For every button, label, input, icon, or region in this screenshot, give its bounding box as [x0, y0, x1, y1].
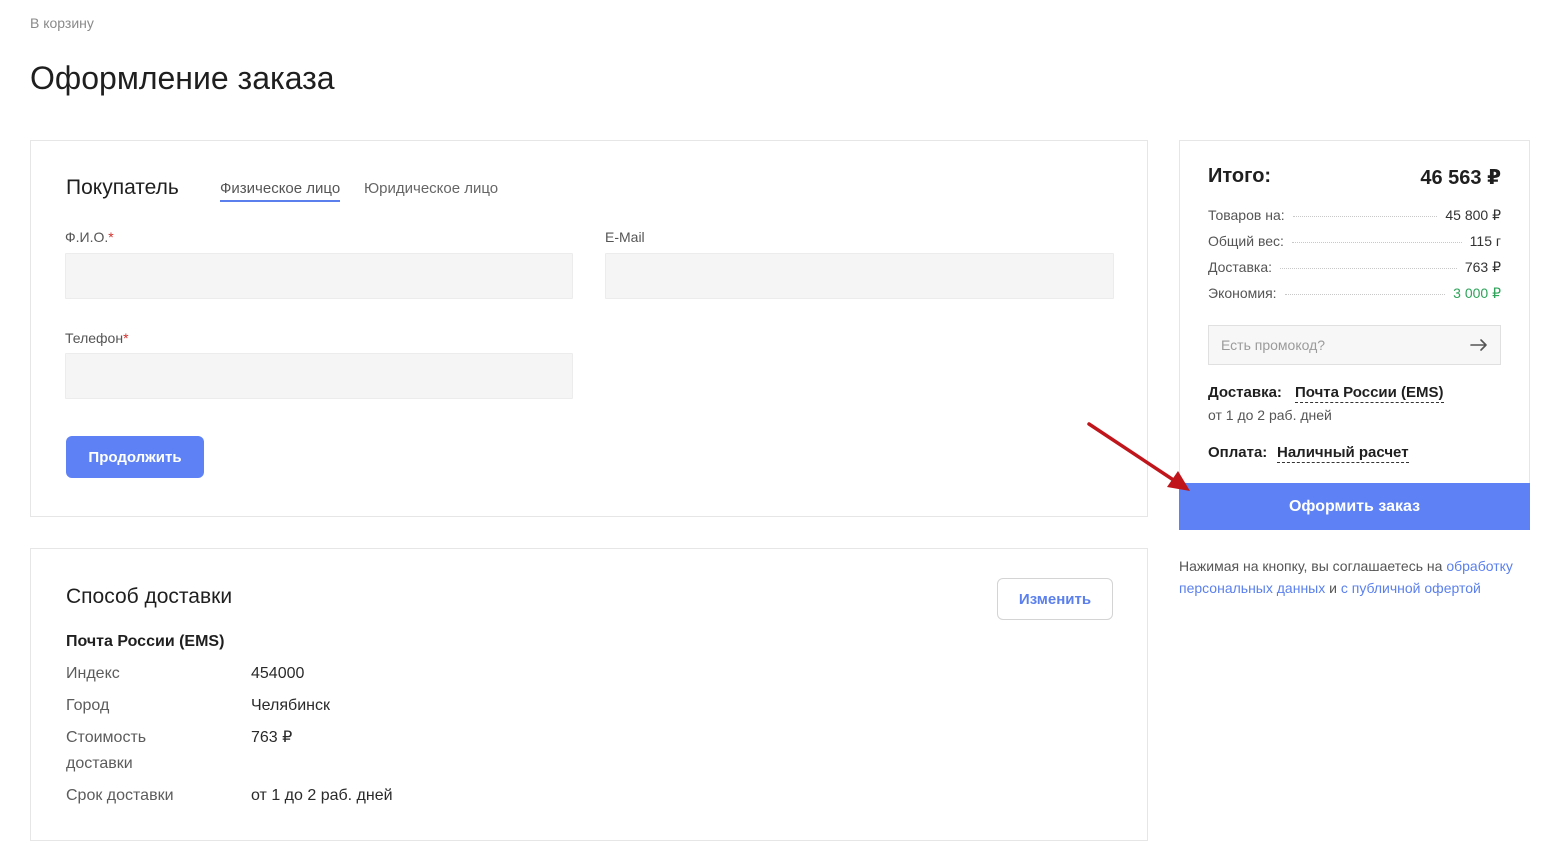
summary-row-label: Доставка:	[1208, 259, 1273, 275]
phone-field-label: Телефон*	[65, 330, 129, 346]
total-value: 46 563 ₽	[1420, 167, 1501, 189]
delivery-title: Способ доставки	[66, 585, 233, 608]
summary-row-savings: Экономия: 3 000 ₽	[1208, 283, 1501, 303]
dotted-leader	[1292, 215, 1438, 217]
consent-text: Нажимая на кнопку, вы соглашаетесь на об…	[1179, 558, 1513, 596]
summary-row-value: 763 ₽	[1464, 258, 1501, 275]
summary-row-label: Общий вес:	[1208, 233, 1284, 249]
tab-individual[interactable]: Физическое лицо	[220, 180, 341, 202]
tab-legal-entity[interactable]: Юридическое лицо	[364, 180, 498, 197]
delivery-info-value: Челябинск	[251, 697, 330, 714]
summary-delivery-label: Доставка:	[1208, 384, 1282, 401]
order-summary-card: Итого: 46 563 ₽ Товаров на: 45 800 ₽ Общ…	[1179, 140, 1530, 530]
summary-row-value: 115 г	[1469, 233, 1501, 249]
summary-row-value: 45 800 ₽	[1445, 206, 1501, 223]
summary-row-weight: Общий вес: 115 г	[1208, 231, 1501, 251]
delivery-method-card: Способ доставки Изменить Почта России (E…	[30, 548, 1148, 841]
promo-code-input[interactable]	[1209, 326, 1483, 364]
summary-row-goods: Товаров на: 45 800 ₽	[1208, 205, 1501, 225]
place-order-button[interactable]: Оформить заказ	[1179, 483, 1530, 530]
delivery-info-value: 454000	[251, 665, 305, 682]
name-field[interactable]	[65, 253, 573, 299]
required-mark: *	[123, 330, 129, 346]
dotted-leader	[1284, 293, 1446, 295]
summary-payment-link[interactable]: Наличный расчет	[1277, 444, 1409, 463]
buyer-card: Покупатель Физическое лицо Юридическое л…	[30, 140, 1148, 517]
email-field-label: E-Mail	[605, 229, 645, 245]
summary-payment-label: Оплата:	[1208, 444, 1268, 461]
arrow-right-icon[interactable]	[1468, 334, 1490, 356]
summary-delivery-term: от 1 до 2 раб. дней	[1208, 407, 1332, 423]
back-to-cart-link[interactable]: В корзину	[30, 15, 94, 31]
summary-delivery-link[interactable]: Почта России (EMS)	[1295, 384, 1444, 403]
phone-field[interactable]	[65, 353, 573, 399]
delivery-method-name: Почта России (EMS)	[66, 633, 225, 650]
email-field[interactable]	[605, 253, 1114, 299]
summary-row-label: Экономия:	[1208, 285, 1277, 301]
buyer-title: Покупатель	[66, 176, 179, 199]
public-offer-link[interactable]: с публичной офертой	[1341, 580, 1481, 596]
delivery-info-key: Стоимость доставки	[66, 729, 147, 772]
summary-row-value: 3 000 ₽	[1453, 284, 1501, 301]
delivery-info-key: Город	[66, 697, 110, 714]
dotted-leader	[1280, 267, 1457, 269]
delivery-info-value: 763 ₽	[251, 729, 293, 746]
summary-row-delivery: Доставка: 763 ₽	[1208, 257, 1501, 277]
required-mark: *	[108, 229, 114, 245]
promo-code-box	[1208, 325, 1501, 365]
total-label: Итого:	[1208, 165, 1272, 187]
continue-button[interactable]: Продолжить	[66, 436, 204, 478]
delivery-info-value: от 1 до 2 раб. дней	[251, 787, 393, 804]
name-field-label: Ф.И.О.*	[65, 229, 114, 245]
summary-row-label: Товаров на:	[1208, 207, 1285, 223]
change-delivery-button[interactable]: Изменить	[997, 578, 1113, 620]
page-title: Оформление заказа	[30, 60, 335, 96]
delivery-info-key: Срок доставки	[66, 787, 174, 804]
dotted-leader	[1291, 241, 1462, 243]
delivery-info-key: Индекс	[66, 665, 120, 682]
